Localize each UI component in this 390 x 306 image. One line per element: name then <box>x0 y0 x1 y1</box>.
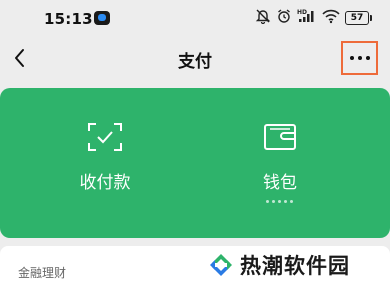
nav-bar: 支付 <box>0 36 390 80</box>
mask-dot <box>290 200 293 203</box>
more-icon-dot <box>357 56 362 60</box>
alarm-icon <box>276 8 292 28</box>
wallet-icon <box>220 122 340 156</box>
app-notification-icon <box>94 11 110 25</box>
more-icon-dot <box>365 56 370 60</box>
status-bar: 15:13 HD 57 <box>0 0 390 36</box>
wallet-label: 钱包 <box>263 173 297 193</box>
watermark: 热潮软件园 <box>208 250 350 280</box>
status-time: 15:13 <box>44 10 93 28</box>
watermark-text: 热潮软件园 <box>240 254 350 278</box>
scan-qr-icon <box>45 122 165 156</box>
svg-text:HD: HD <box>297 9 307 16</box>
mask-dot <box>266 200 269 203</box>
mask-dot <box>284 200 287 203</box>
watermark-logo-icon <box>208 252 234 278</box>
mask-dot <box>272 200 275 203</box>
more-button[interactable] <box>341 41 378 75</box>
more-icon <box>349 56 354 60</box>
mask-dot <box>278 200 281 203</box>
wifi-icon <box>322 8 340 28</box>
wallet-balance-masked <box>266 200 296 203</box>
collect-payment-label: 收付款 <box>79 173 131 193</box>
collect-payment-button[interactable]: 收付款 <box>45 122 165 193</box>
status-icons: HD 57 <box>255 7 374 29</box>
page-title: 支付 <box>178 52 212 72</box>
mute-icon <box>255 8 271 28</box>
battery-icon: 57 <box>345 11 372 25</box>
section-title: 金融理财 <box>18 266 67 280</box>
wallet-button[interactable]: 钱包 <box>220 122 340 193</box>
hd-signal-icon: HD <box>297 8 317 28</box>
payment-card: 收付款 钱包 <box>0 88 390 238</box>
